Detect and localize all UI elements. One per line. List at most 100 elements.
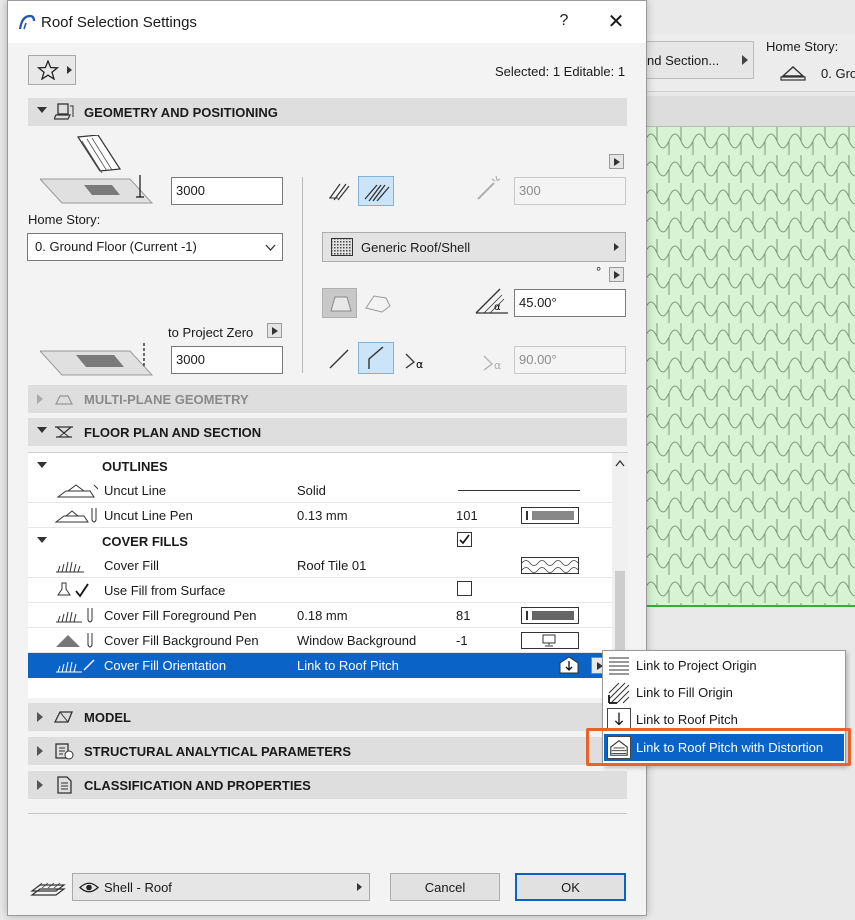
degree-symbol: °: [596, 264, 602, 279]
hatch-thick-icon: [364, 184, 390, 202]
solid-line-preview: [458, 490, 580, 491]
dialog-title: Roof Selection Settings: [41, 14, 197, 31]
edge-perpendicular-toggle[interactable]: [358, 342, 394, 374]
pen-color-swatch[interactable]: [521, 507, 579, 524]
cancel-button[interactable]: Cancel: [390, 873, 500, 901]
edge-vertical-icon[interactable]: [324, 344, 354, 372]
layer-select-value: Shell - Roof: [104, 880, 172, 895]
structural-header[interactable]: STRUCTURAL ANALYTICAL PARAMETERS: [28, 737, 627, 765]
row-name: Uncut Line Pen: [104, 508, 193, 523]
polyroof-icon[interactable]: [360, 288, 395, 318]
elevation-input[interactable]: 3000: [171, 346, 283, 374]
fill-pattern-swatch[interactable]: [521, 557, 579, 574]
reference-level-button[interactable]: [267, 323, 282, 338]
expand-icon: [37, 780, 43, 790]
menu-item-link-project-origin[interactable]: Link to Project Origin: [604, 652, 844, 679]
floor-plan-header[interactable]: FLOOR PLAN AND SECTION: [28, 418, 627, 446]
hatch-thin-icon: [329, 183, 350, 201]
arrow-right-icon: [67, 66, 72, 74]
trapezoid-icon: [330, 296, 352, 312]
angle-options-button[interactable]: [609, 267, 624, 282]
favorites-button[interactable]: [28, 55, 76, 85]
row-value: Solid: [297, 483, 326, 498]
structure-select[interactable]: Generic Roof/Shell: [322, 232, 626, 262]
model-header[interactable]: MODEL: [28, 703, 627, 731]
model-header-label: MODEL: [84, 710, 131, 725]
table-row[interactable]: Cover Fill Background Pen Window Backgro…: [28, 628, 613, 653]
canvas-frame: [640, 96, 855, 127]
collapse-icon: [37, 427, 47, 433]
row-pen-number: 81: [456, 608, 471, 623]
monitor-icon: [542, 634, 556, 647]
use-fill-from-surface-checkbox[interactable]: [457, 581, 472, 596]
table-row[interactable]: Uncut Line Solid: [28, 478, 613, 503]
chevron-up-icon[interactable]: [615, 460, 625, 467]
edge-custom-angle-icon[interactable]: α: [402, 344, 432, 372]
table-row[interactable]: Uncut Line Pen 0.13 mm 101: [28, 503, 613, 528]
slab-mode-toggle[interactable]: [322, 288, 357, 318]
thickness-input[interactable]: 300: [514, 177, 626, 205]
hatch-thick-toggle[interactable]: [358, 176, 394, 206]
section-button[interactable]: nd Section...: [640, 41, 754, 79]
geometry-header-label: GEOMETRY AND POSITIONING: [84, 105, 278, 120]
collapse-icon: [37, 462, 47, 468]
footer-divider: [28, 813, 627, 814]
collapse-icon: [37, 107, 47, 113]
svg-text:α: α: [494, 359, 501, 372]
background-pen-icon: [56, 633, 93, 648]
row-name: Use Fill from Surface: [104, 583, 226, 598]
layer-select[interactable]: Shell - Roof: [72, 873, 370, 901]
classification-header-label: CLASSIFICATION AND PROPERTIES: [84, 778, 311, 793]
menu-item-label: Link to Project Origin: [636, 658, 757, 673]
thickness-options-button[interactable]: [609, 154, 624, 169]
outlines-group-label: OUTLINES: [102, 459, 168, 474]
cover-fills-group[interactable]: COVER FILLS: [28, 528, 613, 553]
arrow-right-icon: [357, 883, 362, 891]
row-name: Uncut Line: [104, 483, 167, 498]
roof-settings-dialog: Roof Selection Settings ? ✕ Selected: 1 …: [7, 0, 647, 916]
to-project-zero-label: to Project Zero: [168, 325, 254, 340]
top-offset-input[interactable]: 3000: [171, 177, 283, 205]
home-story-select[interactable]: 0. Ground Floor (Current -1): [27, 233, 283, 261]
model-icon: [54, 711, 73, 723]
ok-button[interactable]: OK: [515, 873, 626, 901]
document-icon: [57, 776, 72, 794]
floor-plan-table: OUTLINES Uncut Line Solid Uncut Line Pen…: [28, 452, 628, 699]
edge-angle-input[interactable]: 90.00°: [514, 346, 626, 374]
row-name: Cover Fill: [104, 558, 159, 573]
bg-home-story-label: Home Story:: [766, 39, 839, 54]
uncut-line-pen-icon: [54, 508, 97, 523]
cover-fills-group-label: COVER FILLS: [102, 534, 188, 549]
classification-header[interactable]: CLASSIFICATION AND PROPERTIES: [28, 771, 627, 799]
foreground-pen-icon: [56, 608, 93, 623]
table-row-selected[interactable]: Cover Fill Orientation Link to Roof Pitc…: [28, 653, 613, 678]
floor-plan-header-label: FLOOR PLAN AND SECTION: [84, 425, 262, 440]
pitch-angle-input[interactable]: 45.00°: [514, 289, 626, 317]
multiplane-header[interactable]: MULTI-PLANE GEOMETRY: [28, 385, 627, 413]
svg-text:α: α: [494, 302, 501, 313]
home-story-select-value: 0. Ground Floor (Current -1): [35, 239, 197, 254]
row-value: 0.13 mm: [297, 508, 348, 523]
structural-icon: [55, 743, 74, 760]
table-row[interactable]: Use Fill from Surface: [28, 578, 613, 603]
close-button[interactable]: ✕: [605, 9, 627, 34]
collapse-icon: [37, 537, 47, 543]
home-story-label: Home Story:: [28, 212, 101, 227]
expand-icon: [37, 394, 43, 404]
window-background-swatch[interactable]: [521, 632, 579, 649]
tile-pattern-icon: [521, 560, 579, 573]
help-button[interactable]: ?: [554, 12, 574, 30]
drawing-canvas[interactable]: [645, 127, 855, 607]
pen-color-swatch[interactable]: [521, 607, 579, 624]
hatch-thin-toggle[interactable]: [322, 176, 358, 206]
menu-item-link-fill-origin[interactable]: Link to Fill Origin: [604, 679, 844, 706]
magic-wand-icon[interactable]: [474, 173, 504, 203]
geometry-icon: [54, 103, 74, 120]
table-row[interactable]: Cover Fill Roof Tile 01: [28, 553, 613, 578]
bg-home-story-value: 0. Gro: [821, 66, 855, 81]
outlines-group[interactable]: OUTLINES: [28, 453, 613, 478]
project-origin-icon: [607, 654, 631, 677]
table-row[interactable]: Cover Fill Foreground Pen 0.18 mm 81: [28, 603, 613, 628]
geometry-header[interactable]: GEOMETRY AND POSITIONING: [28, 98, 627, 126]
cover-fills-checkbox[interactable]: [457, 532, 472, 547]
